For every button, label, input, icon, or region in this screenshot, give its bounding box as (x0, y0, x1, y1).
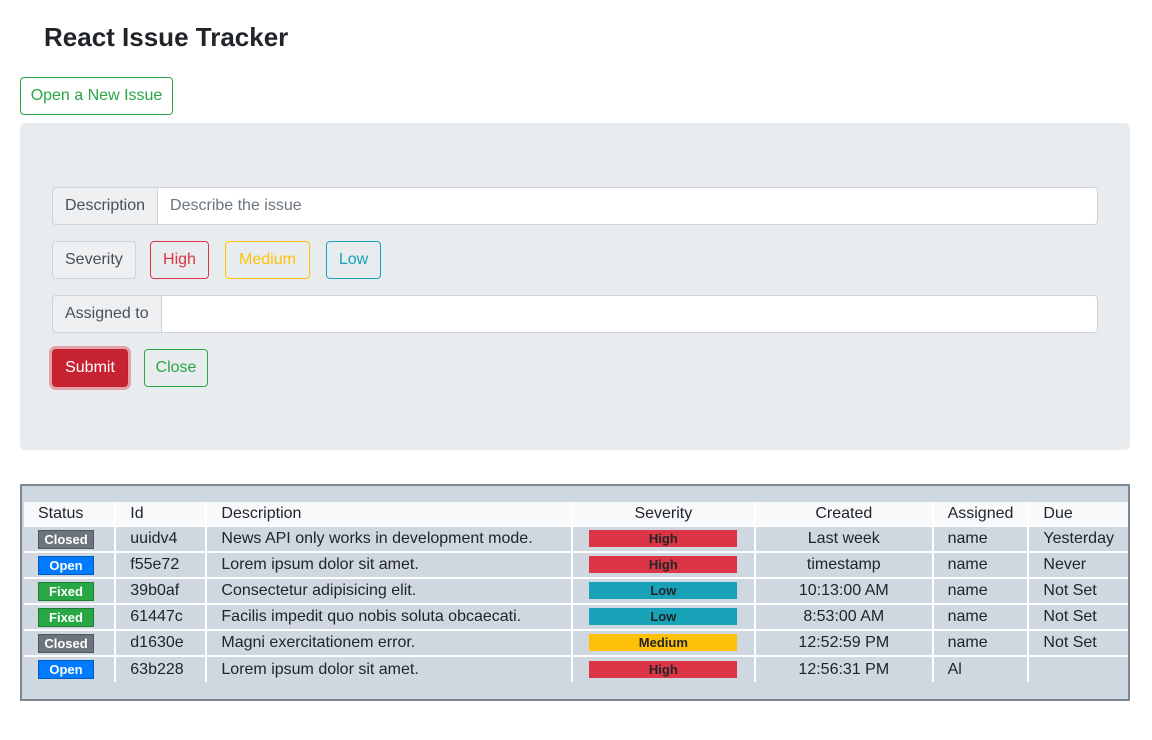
severity-badge: High (589, 530, 738, 548)
table-row[interactable]: Open 63b228 Lorem ipsum dolor sit amet. Hig… (24, 655, 1128, 682)
assigned-input[interactable] (161, 295, 1098, 333)
issues-table: Status Id Description Severity Created A… (24, 502, 1128, 682)
severity-badge: High (589, 556, 738, 574)
description-label: Description (52, 187, 159, 225)
severity-cell: Medium (571, 629, 757, 656)
due-cell (1028, 655, 1128, 682)
table-row[interactable]: Fixed 61447c Facilis impedit quo nobis sol… (24, 603, 1128, 630)
status-badge: Open (38, 660, 94, 679)
column-header-id[interactable]: Id (115, 502, 208, 526)
new-issue-form: Description Severity High Medium Low Ass… (20, 123, 1130, 450)
created-cell: 10:13:00 AM (755, 577, 934, 604)
assigned-group: Assigned to (52, 295, 1098, 333)
close-button[interactable]: Close (144, 349, 208, 387)
assigned-cell: name (932, 629, 1030, 656)
description-group: Description (52, 187, 1098, 225)
description-cell: Lorem ipsum dolor sit amet. (206, 655, 573, 682)
assigned-label: Assigned to (52, 295, 162, 333)
severity-badge: High (589, 660, 738, 678)
submit-button[interactable]: Submit (52, 349, 128, 387)
status-cell: Fixed (24, 603, 117, 630)
description-cell: Lorem ipsum dolor sit amet. (206, 551, 573, 578)
severity-high-button[interactable]: High (150, 241, 209, 279)
column-header-severity[interactable]: Severity (571, 502, 757, 526)
id-cell: 63b228 (115, 655, 208, 682)
severity-cell: High (571, 655, 757, 682)
severity-badge: Medium (589, 634, 738, 652)
assigned-cell: Al (932, 655, 1030, 682)
status-badge: Closed (38, 529, 94, 549)
description-input[interactable] (158, 187, 1098, 225)
severity-cell: Low (571, 603, 757, 630)
created-cell: timestamp (755, 551, 934, 578)
column-header-description[interactable]: Description (206, 502, 573, 526)
issues-table-container: Status Id Description Severity Created A… (20, 484, 1130, 701)
id-cell: f55e72 (115, 551, 208, 578)
status-badge: Closed (38, 633, 94, 653)
status-badge: Open (38, 555, 94, 575)
table-row[interactable]: Open f55e72 Lorem ipsum dolor sit amet. Hig… (24, 551, 1128, 578)
due-cell: Not Set (1028, 629, 1128, 656)
id-cell: d1630e (115, 629, 208, 656)
open-new-issue-button[interactable]: Open a New Issue (20, 77, 173, 115)
description-cell: Consectetur adipisicing elit. (206, 577, 573, 604)
status-cell: Open (24, 551, 117, 578)
status-cell: Fixed (24, 577, 117, 604)
description-cell: News API only works in development mode. (206, 525, 573, 552)
severity-cell: High (571, 525, 757, 552)
assigned-cell: name (932, 525, 1030, 552)
due-cell: Not Set (1028, 577, 1128, 604)
status-cell: Open (24, 655, 117, 682)
status-badge: Fixed (38, 581, 94, 601)
status-cell: Closed (24, 629, 117, 656)
severity-label: Severity (52, 241, 136, 279)
id-cell: 61447c (115, 603, 208, 630)
severity-low-button[interactable]: Low (326, 241, 381, 279)
page-title: React Issue Tracker (44, 22, 289, 52)
column-header-assigned[interactable]: Assigned (932, 502, 1030, 526)
table-row[interactable]: Closed uuidv4 News API only works in devel… (24, 525, 1128, 552)
created-cell: Last week (755, 525, 934, 552)
severity-badge: Low (589, 608, 738, 626)
id-cell: 39b0af (115, 577, 208, 604)
severity-badge: Low (589, 582, 738, 600)
id-cell: uuidv4 (115, 525, 208, 552)
created-cell: 8:53:00 AM (755, 603, 934, 630)
severity-medium-button[interactable]: Medium (225, 241, 310, 279)
created-cell: 12:52:59 PM (755, 629, 934, 656)
column-header-created[interactable]: Created (755, 502, 934, 526)
severity-group: Severity (52, 241, 136, 279)
status-badge: Fixed (38, 607, 94, 627)
due-cell: Never (1028, 551, 1128, 578)
description-cell: Facilis impedit quo nobis soluta obcaeca… (206, 603, 573, 630)
column-header-due[interactable]: Due (1028, 502, 1128, 526)
due-cell: Not Set (1028, 603, 1128, 630)
assigned-cell: name (932, 551, 1030, 578)
status-cell: Closed (24, 525, 117, 552)
assigned-cell: name (932, 603, 1030, 630)
issues-table-body: Closed uuidv4 News API only works in devel… (24, 525, 1128, 682)
due-cell: Yesterday (1028, 525, 1128, 552)
description-cell: Magni exercitationem error. (206, 629, 573, 656)
column-header-status[interactable]: Status (24, 502, 117, 526)
created-cell: 12:56:31 PM (755, 655, 934, 682)
severity-cell: Low (571, 577, 757, 604)
table-row[interactable]: Closed d1630e Magni exercitationem error. M… (24, 629, 1128, 656)
table-row[interactable]: Fixed 39b0af Consectetur adipisicing elit.… (24, 577, 1128, 604)
table-header-row: Status Id Description Severity Created A… (24, 502, 1128, 526)
assigned-cell: name (932, 577, 1030, 604)
severity-cell: High (571, 551, 757, 578)
